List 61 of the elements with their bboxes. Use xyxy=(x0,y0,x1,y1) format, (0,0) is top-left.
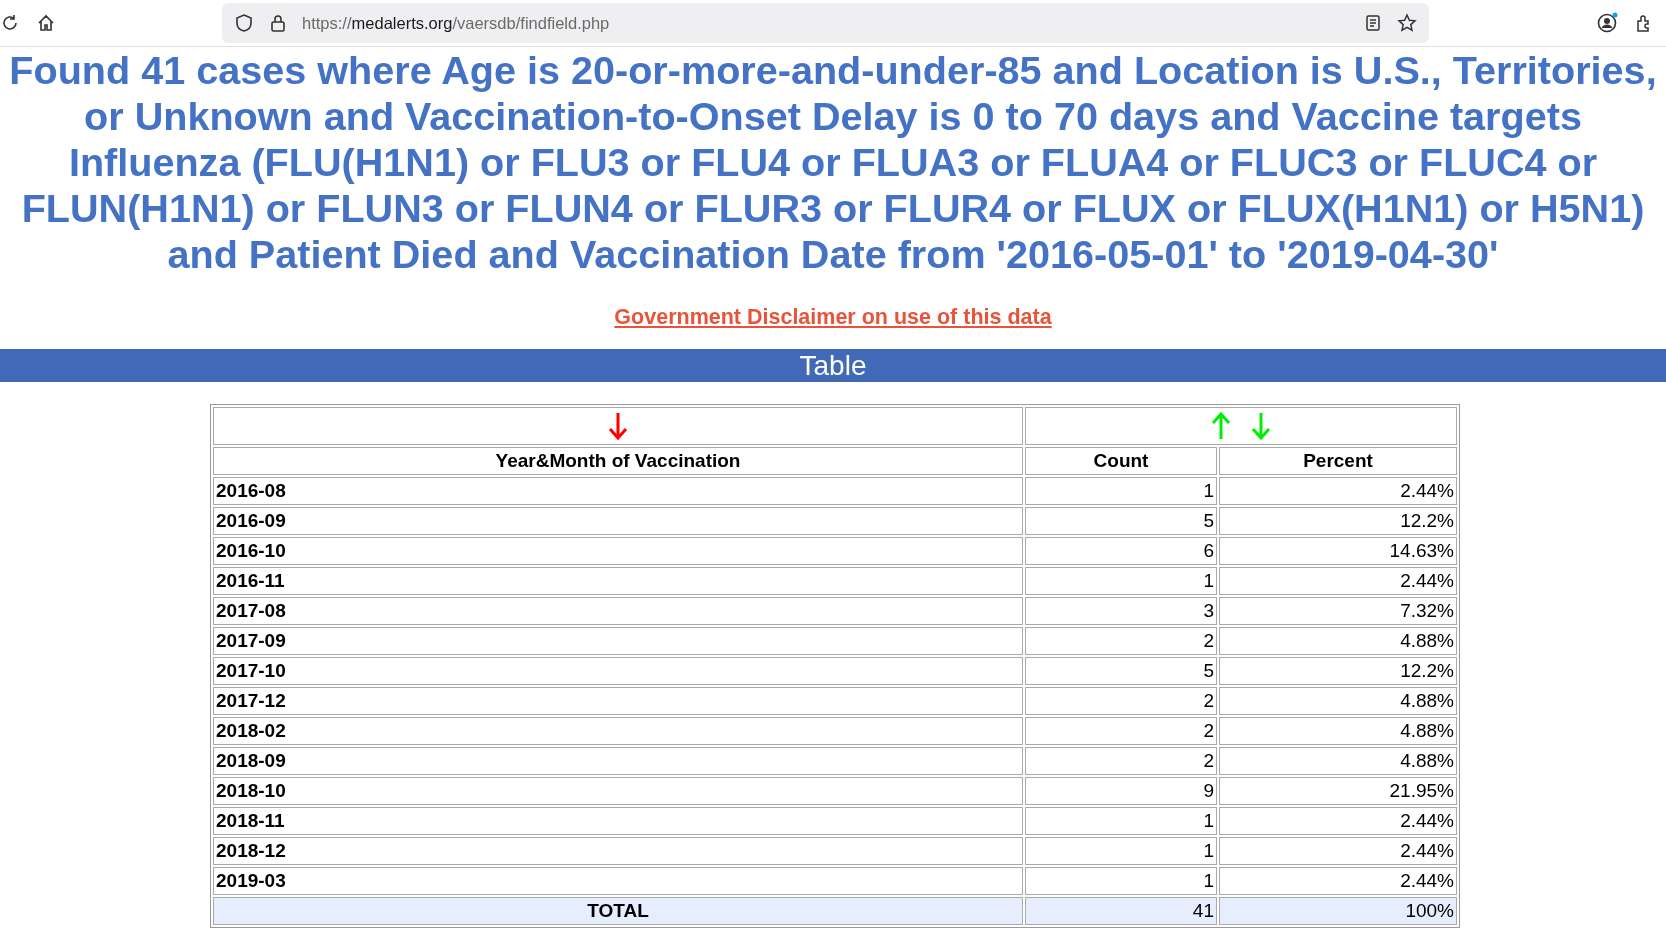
account-icon[interactable] xyxy=(1596,12,1618,34)
table-cell: 1 xyxy=(1025,867,1217,895)
url-text: https://medalerts.org/vaersdb/findfield.php xyxy=(302,13,611,33)
table-cell: 2016-10 xyxy=(213,537,1023,565)
table-cell: 4.88% xyxy=(1219,627,1457,655)
table-cell: 2017-10 xyxy=(213,657,1023,685)
table-cell: 21.95% xyxy=(1219,777,1457,805)
column-header: Count xyxy=(1025,447,1217,475)
table-cell: 6 xyxy=(1025,537,1217,565)
table-cell: 2019-03 xyxy=(213,867,1023,895)
lock-icon[interactable] xyxy=(268,13,288,33)
table-cell: 2.44% xyxy=(1219,807,1457,835)
table-cell: 2017-09 xyxy=(213,627,1023,655)
table-cell: 5 xyxy=(1025,507,1217,535)
sort-down-arrow-icon[interactable] xyxy=(608,411,628,441)
section-title: Table xyxy=(799,350,867,381)
table-cell: 2 xyxy=(1025,747,1217,775)
table-cell: 2 xyxy=(1025,627,1217,655)
table-cell: 2016-09 xyxy=(213,507,1023,535)
table-cell: 14.63% xyxy=(1219,537,1457,565)
table-cell: 100% xyxy=(1219,897,1457,925)
table-cell: 1 xyxy=(1025,807,1217,835)
table-cell: 2018-10 xyxy=(213,777,1023,805)
table-cell: 2016-11 xyxy=(213,567,1023,595)
table-cell: 2017-08 xyxy=(213,597,1023,625)
table-cell: 4.88% xyxy=(1219,747,1457,775)
table-cell: 12.2% xyxy=(1219,507,1457,535)
reader-view-icon[interactable] xyxy=(1363,13,1383,33)
table-cell: 2.44% xyxy=(1219,477,1457,505)
table-cell: 2.44% xyxy=(1219,837,1457,865)
table-cell: 2017-12 xyxy=(213,687,1023,715)
table-cell: 9 xyxy=(1025,777,1217,805)
table-cell: 2018-11 xyxy=(213,807,1023,835)
table-cell: 2018-09 xyxy=(213,747,1023,775)
table-cell: 1 xyxy=(1025,837,1217,865)
table-cell: 2016-08 xyxy=(213,477,1023,505)
shield-icon[interactable] xyxy=(234,13,254,33)
table-cell: 7.32% xyxy=(1219,597,1457,625)
home-icon[interactable] xyxy=(36,13,56,33)
disclaimer-link[interactable]: Government Disclaimer on use of this data xyxy=(614,305,1052,329)
table-cell: 1 xyxy=(1025,477,1217,505)
table-cell: 4.88% xyxy=(1219,717,1457,745)
table-cell: 2.44% xyxy=(1219,867,1457,895)
table-cell: 4.88% xyxy=(1219,687,1457,715)
table-cell: 2.44% xyxy=(1219,567,1457,595)
table-cell: 2 xyxy=(1025,717,1217,745)
reload-icon[interactable] xyxy=(0,13,20,33)
column-header: Year&Month of Vaccination xyxy=(213,447,1023,475)
table-cell: 2018-02 xyxy=(213,717,1023,745)
table-cell: TOTAL xyxy=(213,897,1023,925)
table-cell: 2018-12 xyxy=(213,837,1023,865)
table-cell: 2 xyxy=(1025,687,1217,715)
table-cell: 5 xyxy=(1025,657,1217,685)
table-cell: 1 xyxy=(1025,567,1217,595)
results-heading: Found 41 cases where Age is 20-or-more-and-under-85 and Location is U.S., Territories, or Unknown and Vaccination-to-Onset Delay is 0 to 70 days and Vaccine targets Influenza (FLU(H1N1) or FLU3 or FLU4 or FLUA3 or FLUA4 or FLUC3 or FLUC4 or FLUN(H1N1) or FLUN3 or FLUN4 or FLUR3 or FLUR4 or FLUX or FLUX(H1N1) or H5N1) and Patient Died and Vaccination Date from '2016-05-01' to '2019-04-30' xyxy=(8,47,1658,277)
table-cell: 3 xyxy=(1025,597,1217,625)
star-icon[interactable] xyxy=(1397,13,1417,33)
address-bar[interactable]: https://medalerts.org/vaersdb/findfield.php xyxy=(222,3,1429,43)
table-cell: 41 xyxy=(1025,897,1217,925)
table-cell: 12.2% xyxy=(1219,657,1457,685)
column-header: Percent xyxy=(1219,447,1457,475)
